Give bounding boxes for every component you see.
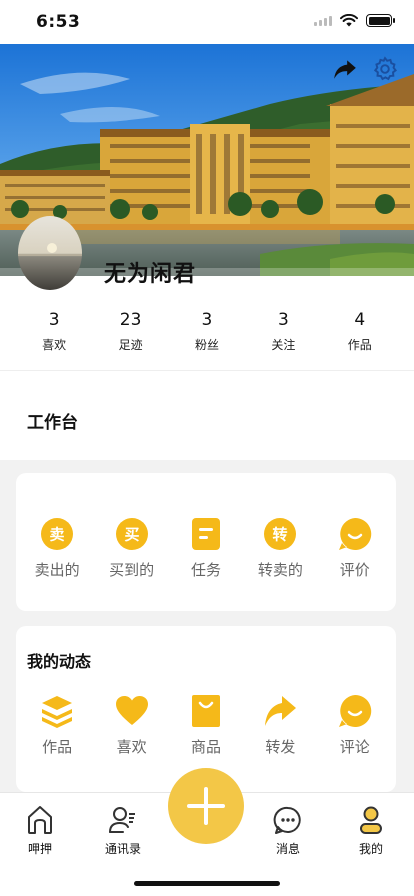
trade-item-label: 评价 bbox=[339, 561, 370, 579]
avatar[interactable] bbox=[18, 216, 82, 290]
sell-icon: 卖 bbox=[41, 518, 74, 550]
activity-item-likes[interactable]: 喜欢 bbox=[100, 694, 164, 757]
trade-item-label: 转卖的 bbox=[257, 561, 303, 579]
stat-value: 3 bbox=[277, 310, 289, 330]
stat-value: 3 bbox=[48, 310, 60, 330]
signal-icon bbox=[314, 15, 332, 26]
share-button[interactable] bbox=[332, 56, 358, 82]
activity-item-label: 转发 bbox=[265, 738, 296, 756]
activity-item-label: 作品 bbox=[42, 738, 73, 756]
activity-item-label: 商品 bbox=[190, 738, 221, 756]
shopping-bag-icon bbox=[191, 695, 220, 727]
share-arrow-icon bbox=[334, 60, 356, 79]
trade-item-task[interactable]: 任务 bbox=[174, 517, 238, 580]
trade-card: 卖 卖出的 买 买到的 任务 转 转卖的 评价 bbox=[16, 473, 396, 611]
contacts-icon bbox=[109, 807, 135, 833]
activity-item-works[interactable]: 作品 bbox=[25, 694, 89, 757]
forward-icon bbox=[265, 696, 297, 726]
tab-profile[interactable]: 我的 bbox=[341, 805, 401, 857]
sell-glyph: 卖 bbox=[50, 526, 65, 544]
stat-value: 23 bbox=[119, 310, 142, 330]
heart-icon bbox=[115, 696, 148, 725]
stat-value: 4 bbox=[354, 310, 366, 330]
tab-home[interactable]: 呷押 bbox=[10, 805, 70, 857]
tab-label: 通讯录 bbox=[104, 842, 141, 856]
tab-label: 消息 bbox=[275, 842, 300, 856]
buy-glyph: 买 bbox=[124, 526, 139, 544]
stat-followers[interactable]: 3 粉丝 bbox=[177, 300, 237, 370]
trade-icon-row: 卖 卖出的 买 买到的 任务 转 转卖的 评价 bbox=[16, 517, 396, 580]
activity-card-title: 我的动态 bbox=[27, 652, 92, 671]
status-time: 6:53 bbox=[36, 12, 81, 32]
profile-icon bbox=[360, 806, 382, 834]
activity-item-comments[interactable]: 评论 bbox=[323, 694, 387, 757]
status-bar: 6:53 bbox=[0, 0, 414, 44]
plus-icon bbox=[187, 787, 225, 825]
stat-label: 关注 bbox=[271, 338, 296, 352]
comment-icon bbox=[338, 694, 371, 727]
settings-button[interactable] bbox=[372, 56, 398, 82]
add-button[interactable] bbox=[168, 768, 244, 844]
activity-item-products[interactable]: 商品 bbox=[174, 694, 238, 757]
stat-label: 足迹 bbox=[118, 338, 143, 352]
trade-item-label: 买到的 bbox=[109, 561, 155, 579]
layers-icon bbox=[42, 696, 73, 728]
tab-messages[interactable]: 消息 bbox=[258, 805, 318, 857]
activity-icon-row: 作品 喜欢 商品 转发 评论 bbox=[16, 694, 396, 757]
resell-icon: 转 bbox=[264, 518, 297, 550]
divider bbox=[0, 370, 414, 371]
wifi-icon bbox=[340, 14, 358, 27]
battery-icon bbox=[366, 14, 395, 27]
status-icons bbox=[314, 14, 395, 27]
home-indicator bbox=[134, 881, 280, 886]
trade-item-bought[interactable]: 买 买到的 bbox=[100, 517, 164, 580]
trade-item-sold[interactable]: 卖 卖出的 bbox=[25, 517, 89, 580]
tab-label: 我的 bbox=[358, 842, 383, 856]
trade-item-review[interactable]: 评价 bbox=[323, 517, 387, 580]
username: 无为闲君 bbox=[104, 262, 197, 287]
buy-icon: 买 bbox=[115, 518, 148, 550]
trade-item-resold[interactable]: 转 转卖的 bbox=[248, 517, 312, 580]
activity-item-label: 喜欢 bbox=[116, 738, 147, 756]
stat-label: 作品 bbox=[347, 338, 372, 352]
settings-gear-icon bbox=[373, 56, 397, 81]
task-icon bbox=[191, 518, 220, 550]
activity-item-forward[interactable]: 转发 bbox=[248, 694, 312, 757]
stat-label: 喜欢 bbox=[42, 338, 67, 352]
profile-stats: 3 喜欢 23 足迹 3 粉丝 3 关注 4 作品 bbox=[0, 300, 414, 370]
resell-glyph: 转 bbox=[273, 526, 288, 544]
trade-item-label: 卖出的 bbox=[34, 561, 80, 579]
message-icon bbox=[273, 806, 301, 834]
stat-footprints[interactable]: 23 足迹 bbox=[101, 300, 161, 370]
stat-works[interactable]: 4 作品 bbox=[330, 300, 390, 370]
trade-item-label: 任务 bbox=[190, 561, 221, 579]
stat-value: 3 bbox=[201, 310, 213, 330]
workbench-title: 工作台 bbox=[27, 413, 78, 433]
activity-item-label: 评论 bbox=[339, 738, 370, 756]
stat-likes[interactable]: 3 喜欢 bbox=[24, 300, 84, 370]
tab-contacts[interactable]: 通讯录 bbox=[93, 805, 153, 857]
stat-label: 粉丝 bbox=[194, 338, 219, 352]
stat-following[interactable]: 3 关注 bbox=[253, 300, 313, 370]
tab-label: 呷押 bbox=[27, 842, 52, 856]
home-icon bbox=[28, 806, 52, 834]
review-icon bbox=[338, 517, 371, 550]
